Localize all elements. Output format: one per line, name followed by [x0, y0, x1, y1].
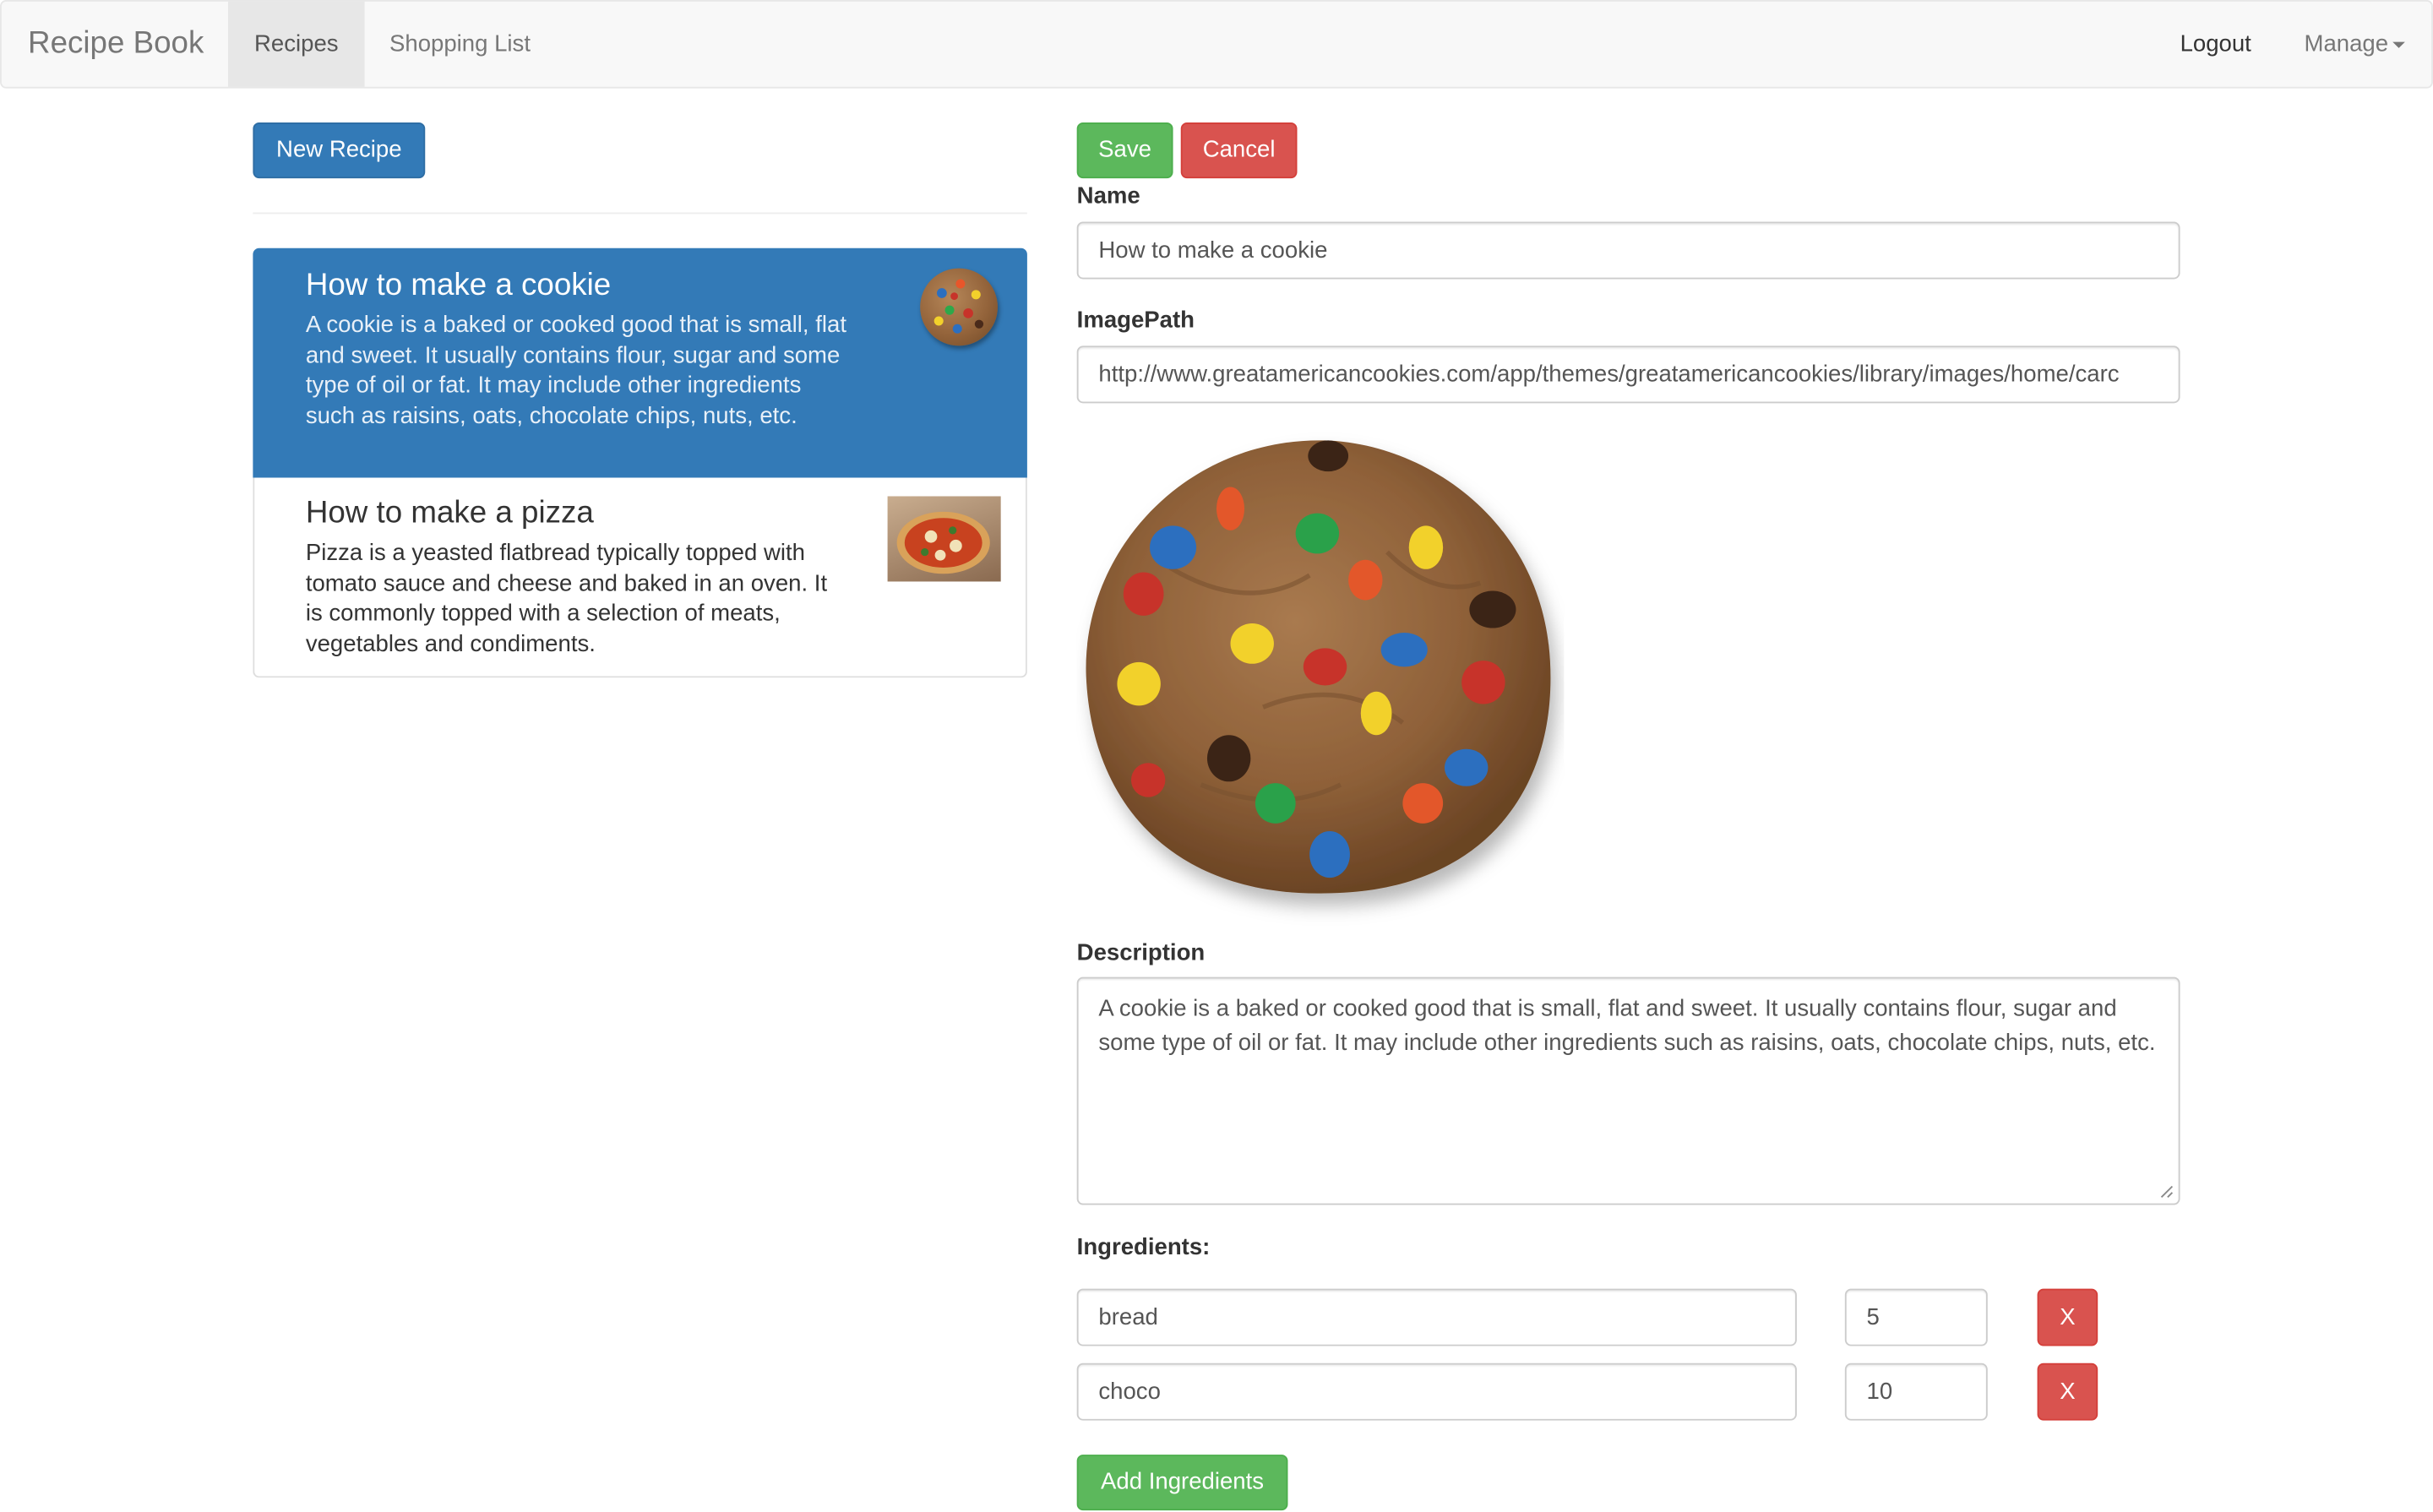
remove-ingredient-button[interactable]: X — [2037, 1362, 2098, 1421]
recipe-item-pizza[interactable]: How to make a pizza Pizza is a yeasted f… — [253, 477, 1027, 678]
navbar-brand[interactable]: Recipe Book — [28, 24, 204, 62]
nav-recipes[interactable]: Recipes — [227, 1, 365, 87]
resize-handle-icon[interactable] — [2160, 1185, 2174, 1199]
recipe-description: Pizza is a yeasted flatbread typically t… — [305, 539, 828, 658]
recipe-description: A cookie is a baked or cooked good that … — [305, 312, 846, 430]
ingredient-amount-input[interactable]: 10 — [1844, 1362, 1988, 1421]
ingredient-name-input[interactable]: choco — [1076, 1362, 1797, 1421]
save-button[interactable]: Save — [1076, 122, 1173, 179]
recipe-book-app: Recipe Book Recipes Shopping List Logout… — [0, 0, 2433, 1512]
pizza-thumbnail — [887, 496, 1001, 582]
nav-shopping-list[interactable]: Shopping List — [389, 2, 531, 87]
image-path-label: ImagePath — [1076, 307, 1195, 334]
cancel-button[interactable]: Cancel — [1180, 122, 1298, 179]
nav-logout[interactable]: Logout — [2180, 2, 2251, 87]
nav-manage-label: Manage — [2304, 30, 2389, 57]
image-path-input[interactable]: http://www.greatamericancookies.com/app/… — [1076, 345, 2180, 404]
recipe-item-cookie[interactable]: How to make a cookie A cookie is a baked… — [253, 247, 1027, 478]
ingredient-amount-input[interactable]: 5 — [1844, 1288, 1988, 1346]
description-textarea[interactable]: A cookie is a baked or cooked good that … — [1076, 976, 2180, 1205]
description-label: Description — [1076, 939, 1206, 966]
name-input[interactable]: How to make a cookie — [1076, 221, 2180, 280]
ingredients-label: Ingredients: — [1076, 1234, 1211, 1261]
ingredient-name-input[interactable]: bread — [1076, 1288, 1797, 1346]
description-text: A cookie is a baked or cooked good that … — [1098, 995, 2156, 1057]
name-label: Name — [1076, 182, 1140, 209]
new-recipe-button[interactable]: New Recipe — [253, 122, 426, 179]
recipe-title: How to make a pizza — [305, 496, 594, 530]
recipe-title: How to make a cookie — [305, 268, 612, 303]
divider — [253, 212, 1027, 215]
cookie-thumbnail — [920, 268, 998, 346]
remove-ingredient-button[interactable]: X — [2037, 1288, 2098, 1346]
nav-manage-dropdown[interactable]: Manage — [2304, 2, 2406, 87]
caret-down-icon — [2392, 41, 2406, 48]
navbar: Recipe Book Recipes Shopping List Logout… — [0, 0, 2433, 89]
add-ingredients-button[interactable]: Add Ingredients — [1076, 1455, 1288, 1511]
recipe-image — [1077, 428, 1565, 931]
